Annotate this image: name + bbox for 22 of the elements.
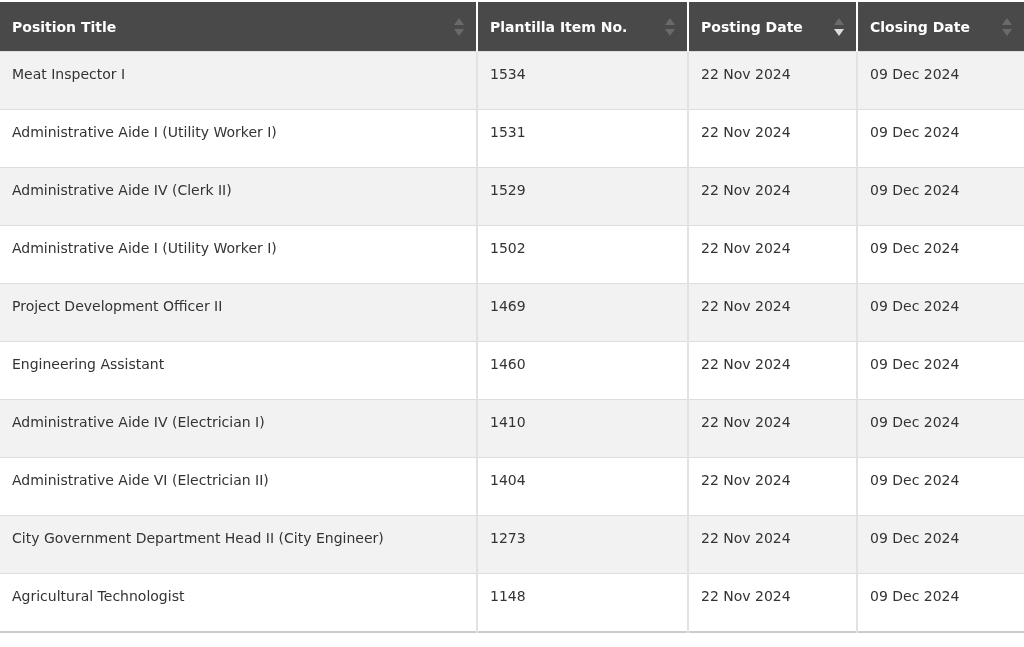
table-cell: Administrative Aide I (Utility Worker I) [0,109,477,168]
table-cell: Administrative Aide IV (Electrician I) [0,399,477,458]
table-cell: Meat Inspector I [0,51,477,110]
table-cell: Engineering Assistant [0,341,477,400]
column-label: Plantilla Item No. [490,18,628,35]
column-header[interactable]: Position Title [0,2,477,52]
sort-icon[interactable] [834,16,844,37]
table-cell: Administrative Aide IV (Clerk II) [0,167,477,226]
table-cell: Agricultural Technologist [0,573,477,632]
column-label: Closing Date [870,18,970,35]
table-cell: Administrative Aide VI (Electrician II) [0,457,477,516]
column-label: Position Title [12,18,117,35]
column-header[interactable]: Posting Date [688,2,857,52]
table-cell: 1148 [477,573,688,632]
table-cell: Administrative Aide I (Utility Worker I) [0,225,477,284]
table-cell: 09 Dec 2024 [857,573,1024,632]
table-cell: Project Development Officer II [0,283,477,342]
table-cell: 22 Nov 2024 [688,573,857,632]
column-label: Posting Date [701,18,803,35]
column-header[interactable]: Closing Date [857,2,1024,52]
table-cell: City Government Department Head II (City Engineer) [0,515,477,574]
column-header[interactable]: Plantilla Item No. [477,2,688,52]
